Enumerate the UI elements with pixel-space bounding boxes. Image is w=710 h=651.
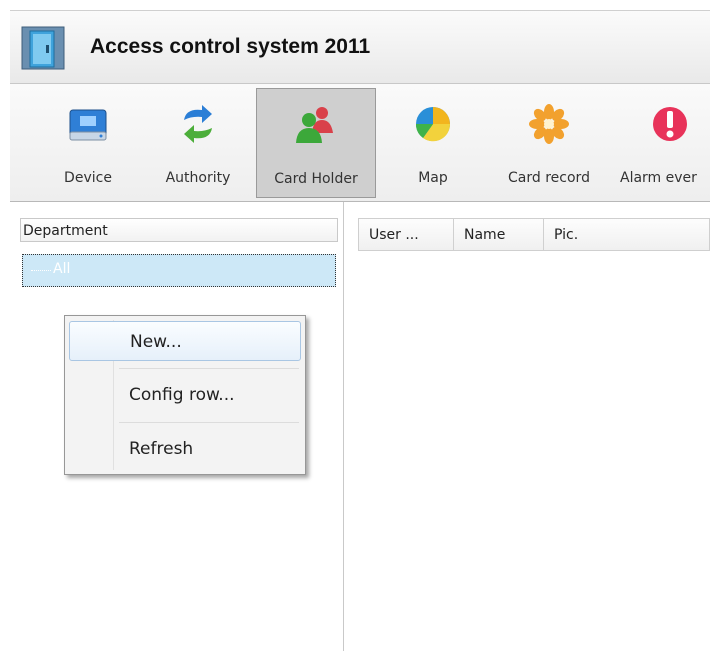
tree-item-all[interactable]: All [22, 254, 336, 287]
menu-item-config-row[interactable]: Config row... [69, 375, 301, 415]
device-drive-icon [66, 102, 110, 146]
toolbar-map-button[interactable]: Map [388, 88, 478, 198]
alarm-exclamation-icon [648, 102, 692, 146]
menu-item-new[interactable]: New... [69, 321, 301, 361]
department-header[interactable]: Department [20, 218, 338, 242]
door-app-icon [20, 25, 66, 71]
flower-record-icon [527, 102, 571, 146]
column-header-pic[interactable]: Pic. [544, 219, 709, 250]
sync-arrows-icon [176, 102, 220, 146]
toolbar-alarm-event-button[interactable]: Alarm ever [616, 88, 710, 198]
toolbar-device-button[interactable]: Device [40, 88, 136, 198]
toolbar-label: Device [64, 170, 112, 186]
tree-item-label: All [53, 261, 71, 277]
toolbar-label: Card Holder [274, 171, 358, 187]
toolbar-label: Map [418, 170, 448, 186]
menu-separator [119, 368, 299, 369]
cardholder-grid-header: User ... Name Pic. [358, 218, 710, 251]
app-title: Access control system 2011 [90, 35, 371, 58]
toolbar-card-record-button[interactable]: Card record [494, 88, 604, 198]
menu-item-refresh[interactable]: Refresh [69, 429, 301, 469]
title-bar: Access control system 2011 [10, 10, 710, 84]
users-icon [293, 103, 337, 147]
menu-item-label: New... [130, 332, 182, 352]
menu-separator [119, 422, 299, 423]
column-header-name[interactable]: Name [454, 219, 544, 250]
toolbar-card-holder-button[interactable]: Card Holder [256, 88, 376, 198]
column-header-user[interactable]: User ... [359, 219, 454, 250]
tree-connector [31, 270, 51, 271]
toolbar-authority-button[interactable]: Authority [150, 88, 246, 198]
toolbar-label: Authority [165, 170, 231, 186]
main-toolbar: Device Authority Card Holder Map Card re… [10, 84, 710, 202]
menu-item-label: Refresh [129, 439, 194, 459]
pie-map-icon [411, 102, 455, 146]
toolbar-label: Card record [508, 170, 590, 186]
context-menu: New... Config row... Refresh [64, 315, 306, 475]
menu-item-label: Config row... [129, 385, 235, 405]
toolbar-label: Alarm ever [620, 170, 697, 186]
